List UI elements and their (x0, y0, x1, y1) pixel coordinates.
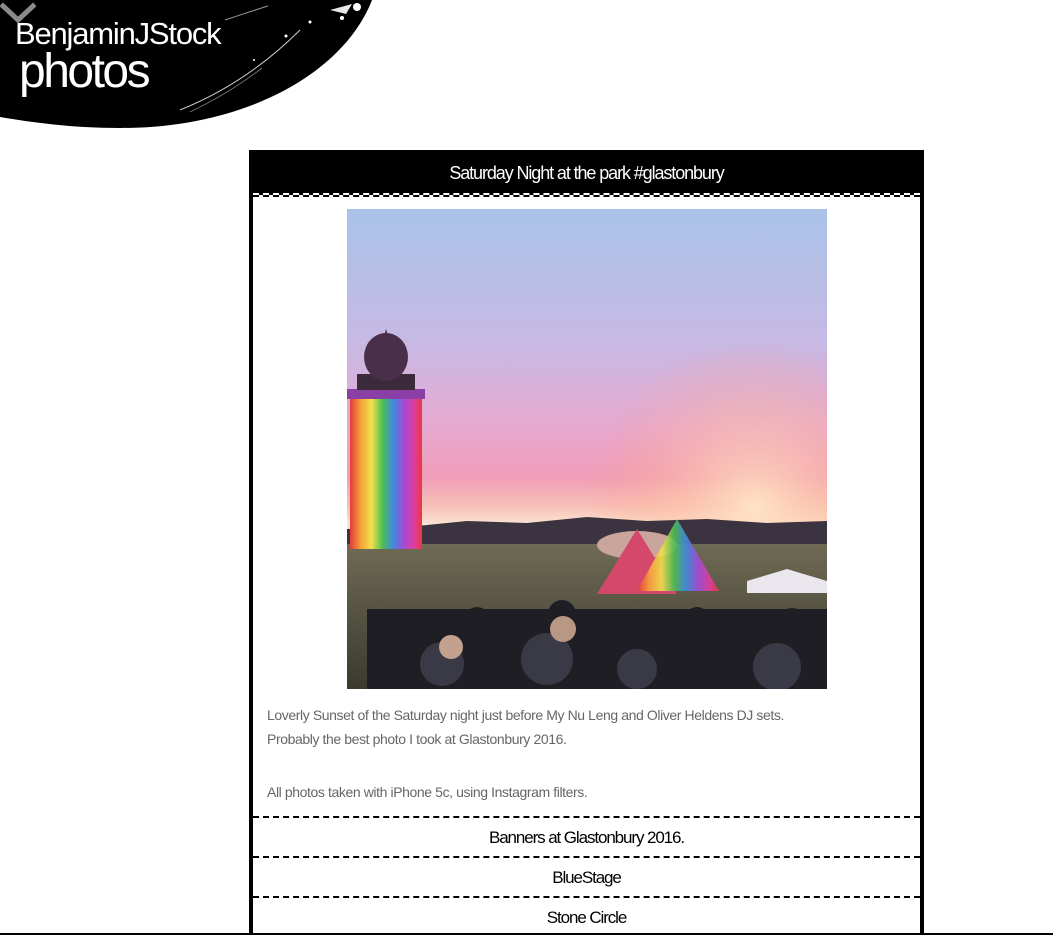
photo-gallery: Saturday Night at the park #glastonbury (249, 150, 924, 935)
sunset-festival-photo[interactable] (346, 209, 827, 689)
posts-list: Banners at Glastonbury 2016. BlueStage S… (253, 816, 920, 935)
section-title: photos (19, 45, 151, 98)
caption-line: Loverly Sunset of the Saturday night jus… (267, 707, 784, 723)
page: BenjaminJStock photos Saturday Night at … (0, 0, 1053, 935)
chevron-down-icon[interactable] (0, 0, 36, 26)
post-title[interactable]: Saturday Night at the park #glastonbury (253, 150, 920, 195)
caption-note: All photos taken with iPhone 5c, using I… (267, 784, 588, 800)
site-logo[interactable]: BenjaminJStock photos (0, 0, 400, 135)
post-caption: Loverly Sunset of the Saturday night jus… (267, 703, 906, 804)
post-link[interactable]: Stone Circle (253, 896, 920, 935)
post-body: Loverly Sunset of the Saturday night jus… (253, 197, 920, 804)
caption-line: Probably the best photo I took at Glasto… (267, 731, 567, 747)
post-link[interactable]: Banners at Glastonbury 2016. (253, 816, 920, 856)
post-link[interactable]: BlueStage (253, 856, 920, 896)
